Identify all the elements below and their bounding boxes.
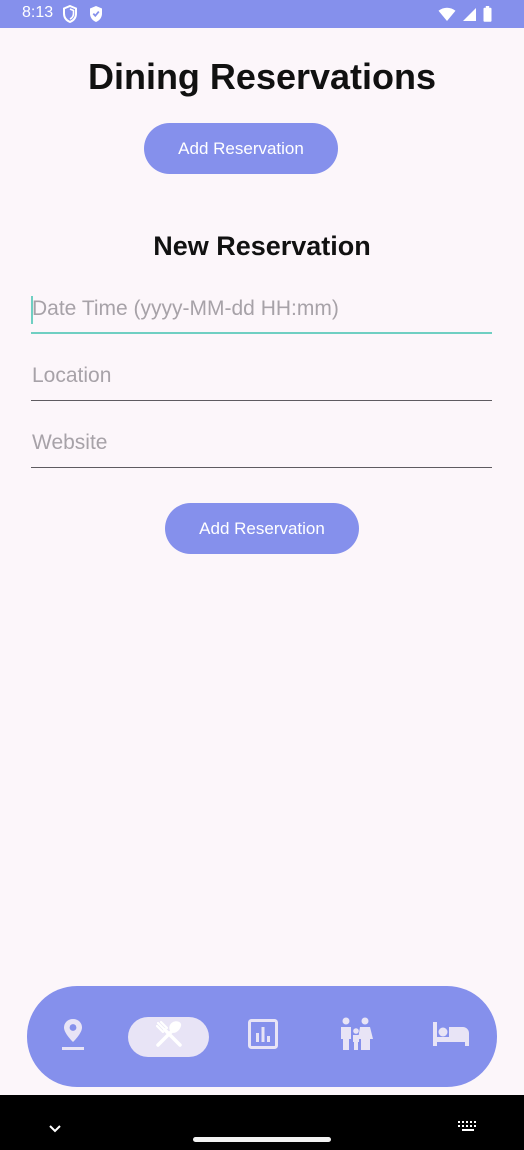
website-input[interactable]: Website — [31, 428, 492, 468]
home-handle[interactable] — [193, 1137, 331, 1142]
add-reservation-button[interactable]: Add Reservation — [144, 123, 338, 174]
nav-item-location[interactable] — [49, 986, 97, 1087]
nav-item-statistics[interactable] — [239, 986, 287, 1087]
bottom-nav — [27, 986, 497, 1087]
location-pin-icon — [61, 1017, 85, 1056]
fork-knife-icon — [154, 1019, 184, 1054]
family-icon — [338, 1017, 374, 1056]
bar-chart-icon — [247, 1018, 279, 1055]
shield-outline-icon — [62, 4, 78, 28]
nav-item-family[interactable] — [332, 986, 380, 1087]
chevron-down-icon[interactable] — [48, 1121, 62, 1139]
battery-icon — [483, 6, 492, 27]
shield-check-icon — [88, 5, 104, 28]
cellular-signal-icon — [462, 7, 477, 27]
system-nav-bar — [0, 1095, 524, 1150]
status-time: 8:13 — [22, 4, 54, 21]
website-placeholder: Website — [32, 431, 108, 454]
form-title: New Reservation — [153, 231, 371, 261]
submit-reservation-button[interactable]: Add Reservation — [165, 503, 359, 554]
app-content: Dining Reservations Add Reservation New … — [1, 28, 523, 1095]
bed-icon — [432, 1021, 470, 1052]
page-title: Dining Reservations — [87, 56, 437, 97]
nav-item-dining[interactable] — [128, 986, 209, 1087]
location-input[interactable]: Location — [31, 361, 492, 401]
keyboard-icon[interactable] — [457, 1120, 479, 1138]
nav-item-lodging[interactable] — [427, 986, 475, 1087]
status-bar: 8:13 — [0, 0, 524, 28]
date-time-input[interactable]: Date Time (yyyy-MM-dd HH:mm) — [31, 294, 492, 334]
date-time-placeholder: Date Time (yyyy-MM-dd HH:mm) — [32, 297, 339, 320]
wifi-icon — [438, 7, 456, 27]
location-placeholder: Location — [32, 364, 112, 387]
